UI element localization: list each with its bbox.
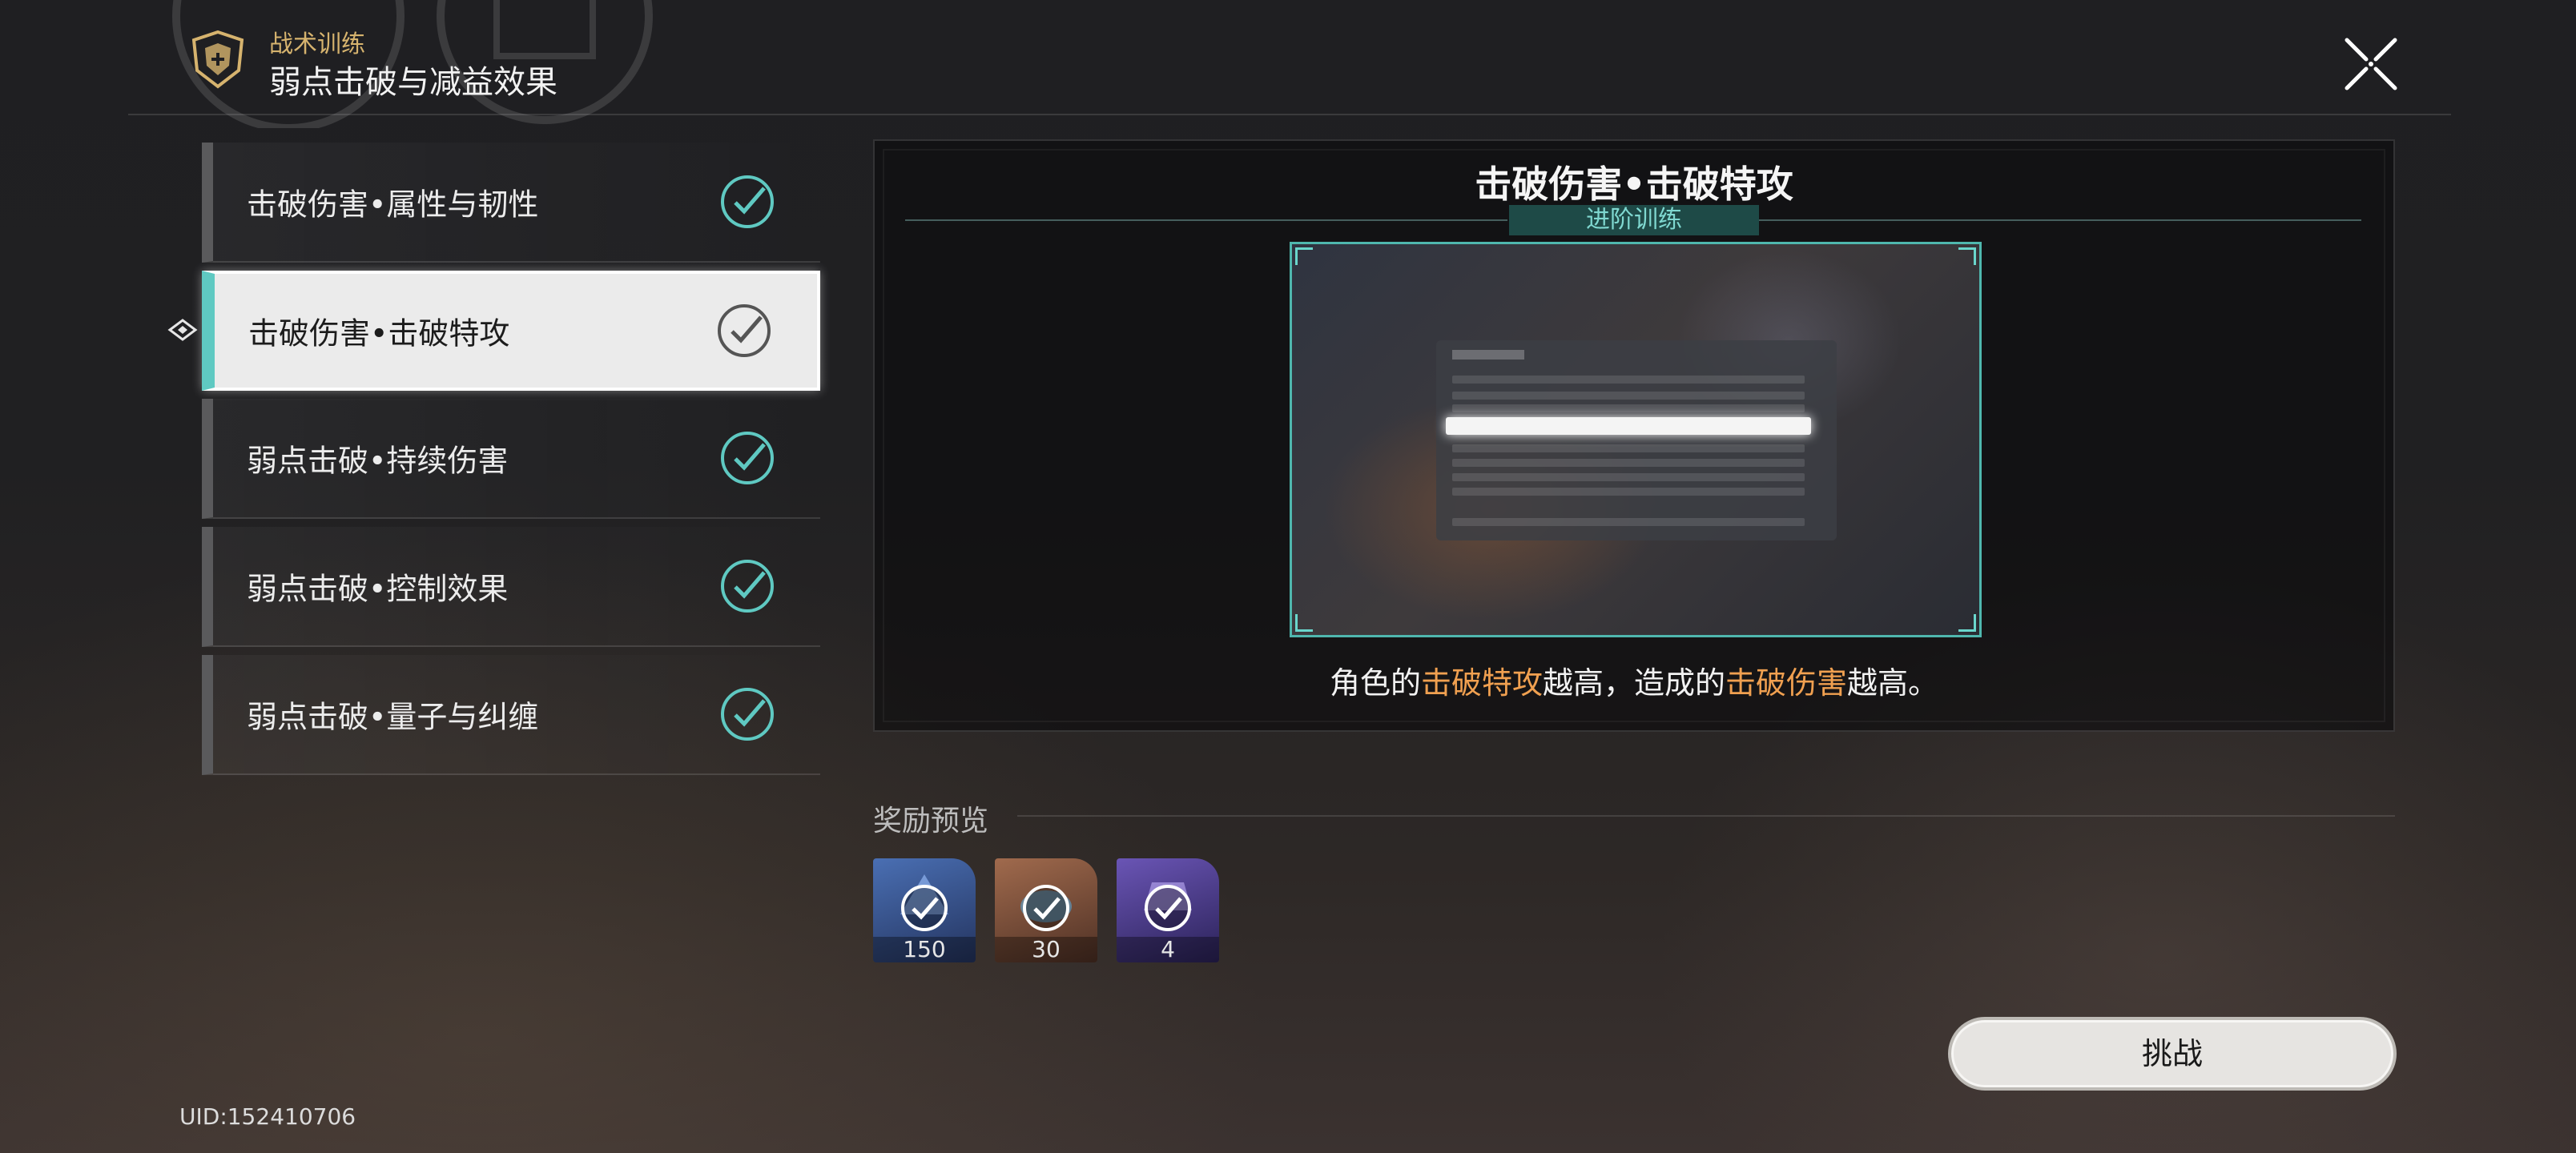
panel-title: 击破伤害•击破特攻	[1475, 163, 1793, 206]
description-highlight: 击破特攻	[1420, 665, 1543, 701]
reward-count: 150	[873, 937, 976, 962]
close-icon	[2345, 38, 2397, 90]
lesson-item[interactable]: 弱点击破•控制效果	[202, 527, 820, 647]
uid-label: UID:152410706	[179, 1103, 356, 1130]
panel-description: 角色的击破特攻越高，造成的击破伤害越高。	[873, 658, 2395, 702]
claimed-check-icon	[901, 885, 948, 931]
frame-corner	[1958, 614, 1976, 632]
lesson-list: 击破伤害•属性与韧性 击破伤害•击破特攻 弱点击破•持续伤害 弱点击破•控制效果…	[202, 143, 820, 783]
frame-corner	[1295, 247, 1313, 265]
checkmark-icon	[721, 560, 774, 613]
preview-row	[1452, 459, 1805, 467]
panel-subtitle: 进阶训练	[1586, 206, 1682, 234]
close-button[interactable]	[2339, 32, 2403, 96]
selection-pointer-icon	[167, 319, 198, 341]
preview-row	[1452, 392, 1805, 400]
frame-corner	[1958, 247, 1976, 265]
lesson-label: 击破伤害•属性与韧性	[247, 187, 539, 223]
reward-item[interactable]: 4	[1117, 858, 1219, 962]
page-title: 弱点击破与减益效果	[269, 64, 557, 101]
checkmark-icon	[718, 304, 771, 357]
reward-count: 4	[1117, 937, 1219, 962]
frame-corner	[1295, 614, 1313, 632]
preview-row	[1452, 488, 1805, 496]
preview-row	[1452, 444, 1805, 452]
preview-dialog-title	[1452, 350, 1524, 360]
reward-item[interactable]: 30	[995, 858, 1097, 962]
reward-item[interactable]: 150	[873, 858, 976, 962]
divider	[905, 219, 1507, 221]
description-text: 越高，造成的	[1542, 665, 1725, 701]
checkmark-icon	[721, 432, 774, 484]
divider	[1759, 219, 2361, 221]
claimed-check-icon	[1145, 885, 1191, 931]
checkmark-icon	[721, 688, 774, 741]
lesson-item[interactable]: 击破伤害•属性与韧性	[202, 143, 820, 263]
lesson-label: 弱点击破•控制效果	[247, 571, 509, 607]
preview-stats-dialog	[1436, 340, 1837, 540]
description-text: 角色的	[1329, 665, 1421, 701]
challenge-button[interactable]: 挑战	[1948, 1017, 2397, 1091]
divider	[1017, 815, 2395, 817]
preview-row	[1452, 404, 1805, 412]
preview-row	[1452, 473, 1805, 481]
training-shield-icon	[191, 30, 244, 89]
preview-highlight-row	[1446, 417, 1811, 435]
lesson-item-selected[interactable]: 击破伤害•击破特攻	[202, 271, 820, 391]
checkmark-icon	[721, 175, 774, 228]
lesson-item[interactable]: 弱点击破•量子与纠缠	[202, 655, 820, 775]
claimed-check-icon	[1023, 885, 1069, 931]
header-category: 战术训练	[269, 30, 365, 58]
lesson-item[interactable]: 弱点击破•持续伤害	[202, 399, 820, 519]
tutorial-preview-image	[1290, 242, 1982, 637]
description-highlight: 击破伤害	[1725, 665, 1848, 701]
lesson-label: 弱点击破•持续伤害	[247, 443, 509, 479]
rewards-title: 奖励预览	[873, 805, 989, 838]
header-divider	[128, 114, 2451, 115]
lesson-label: 击破伤害•击破特攻	[248, 315, 510, 352]
preview-row	[1452, 376, 1805, 384]
description-text: 越高。	[1847, 665, 1939, 701]
lesson-label: 弱点击破•量子与纠缠	[247, 699, 539, 735]
reward-count: 30	[995, 937, 1097, 962]
preview-row	[1452, 518, 1805, 526]
